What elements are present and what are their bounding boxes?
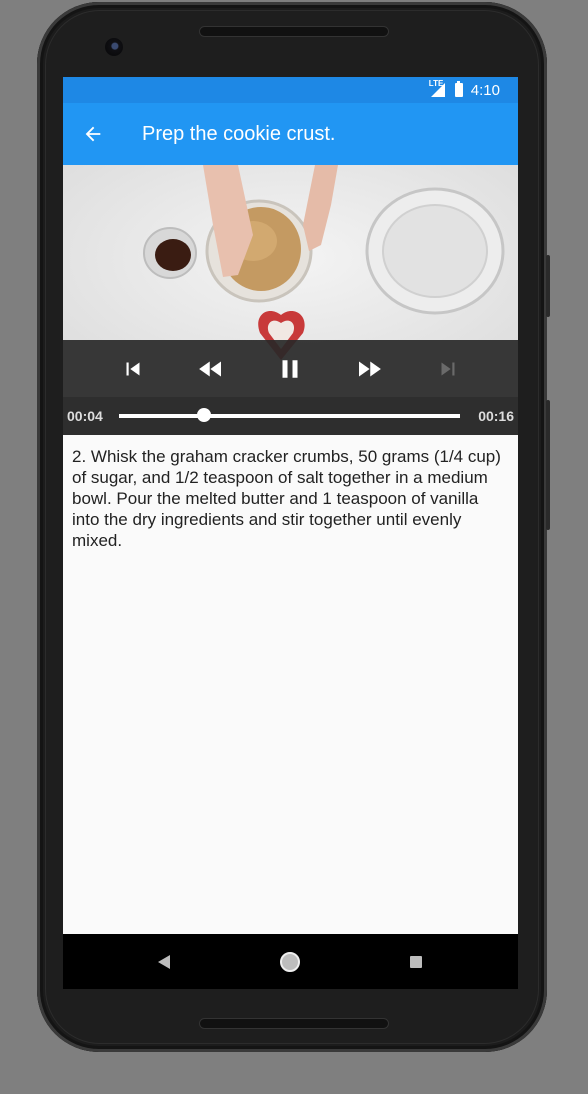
skip-next-button[interactable] — [428, 340, 468, 397]
nav-home-icon — [280, 951, 300, 972]
pause-icon — [282, 359, 298, 378]
skip-next-icon — [441, 362, 455, 375]
fast-forward-icon — [359, 361, 381, 376]
player-controls — [63, 340, 518, 397]
front-camera-icon — [105, 38, 123, 56]
screen: LTE 4:10 Prep the cookie crust. 00:04 00… — [63, 77, 518, 989]
seek-bar: 00:04 00:16 — [63, 397, 518, 435]
rewind-button[interactable] — [191, 340, 231, 397]
network-type-label: LTE — [428, 79, 444, 88]
current-time: 00:04 — [67, 408, 103, 424]
status-bar: LTE 4:10 — [63, 77, 518, 103]
pause-button[interactable] — [270, 340, 310, 397]
page-title: Prep the cookie crust. — [142, 122, 336, 145]
nav-recents-button[interactable] — [391, 934, 441, 989]
nav-recents-icon — [410, 955, 422, 968]
rewind-icon — [199, 361, 221, 376]
video-player[interactable] — [63, 165, 518, 397]
nav-back-button[interactable] — [139, 934, 189, 989]
status-time: 4:10 — [470, 81, 500, 99]
navigation-bar — [63, 934, 518, 989]
earpiece-speaker — [200, 27, 388, 36]
arrow-back-icon — [85, 126, 101, 142]
app-bar: Prep the cookie crust. — [63, 103, 518, 165]
fast-forward-button[interactable] — [349, 340, 389, 397]
progress-thumb[interactable] — [197, 408, 212, 422]
battery-charging-icon — [454, 81, 463, 97]
nav-home-button[interactable] — [265, 934, 315, 989]
bottom-speaker — [200, 1019, 388, 1028]
nav-back-icon — [158, 954, 170, 969]
skip-previous-button[interactable] — [113, 340, 153, 397]
power-button — [546, 400, 550, 530]
progress-track[interactable] — [119, 408, 460, 422]
duration-time: 00:16 — [478, 408, 514, 424]
skip-previous-icon — [126, 362, 140, 375]
back-button[interactable] — [63, 103, 123, 165]
step-description: 2. Whisk the graham cracker crumbs, 50 g… — [72, 447, 501, 550]
volume-button — [546, 255, 550, 317]
lte-signal-icon: LTE — [429, 79, 445, 97]
